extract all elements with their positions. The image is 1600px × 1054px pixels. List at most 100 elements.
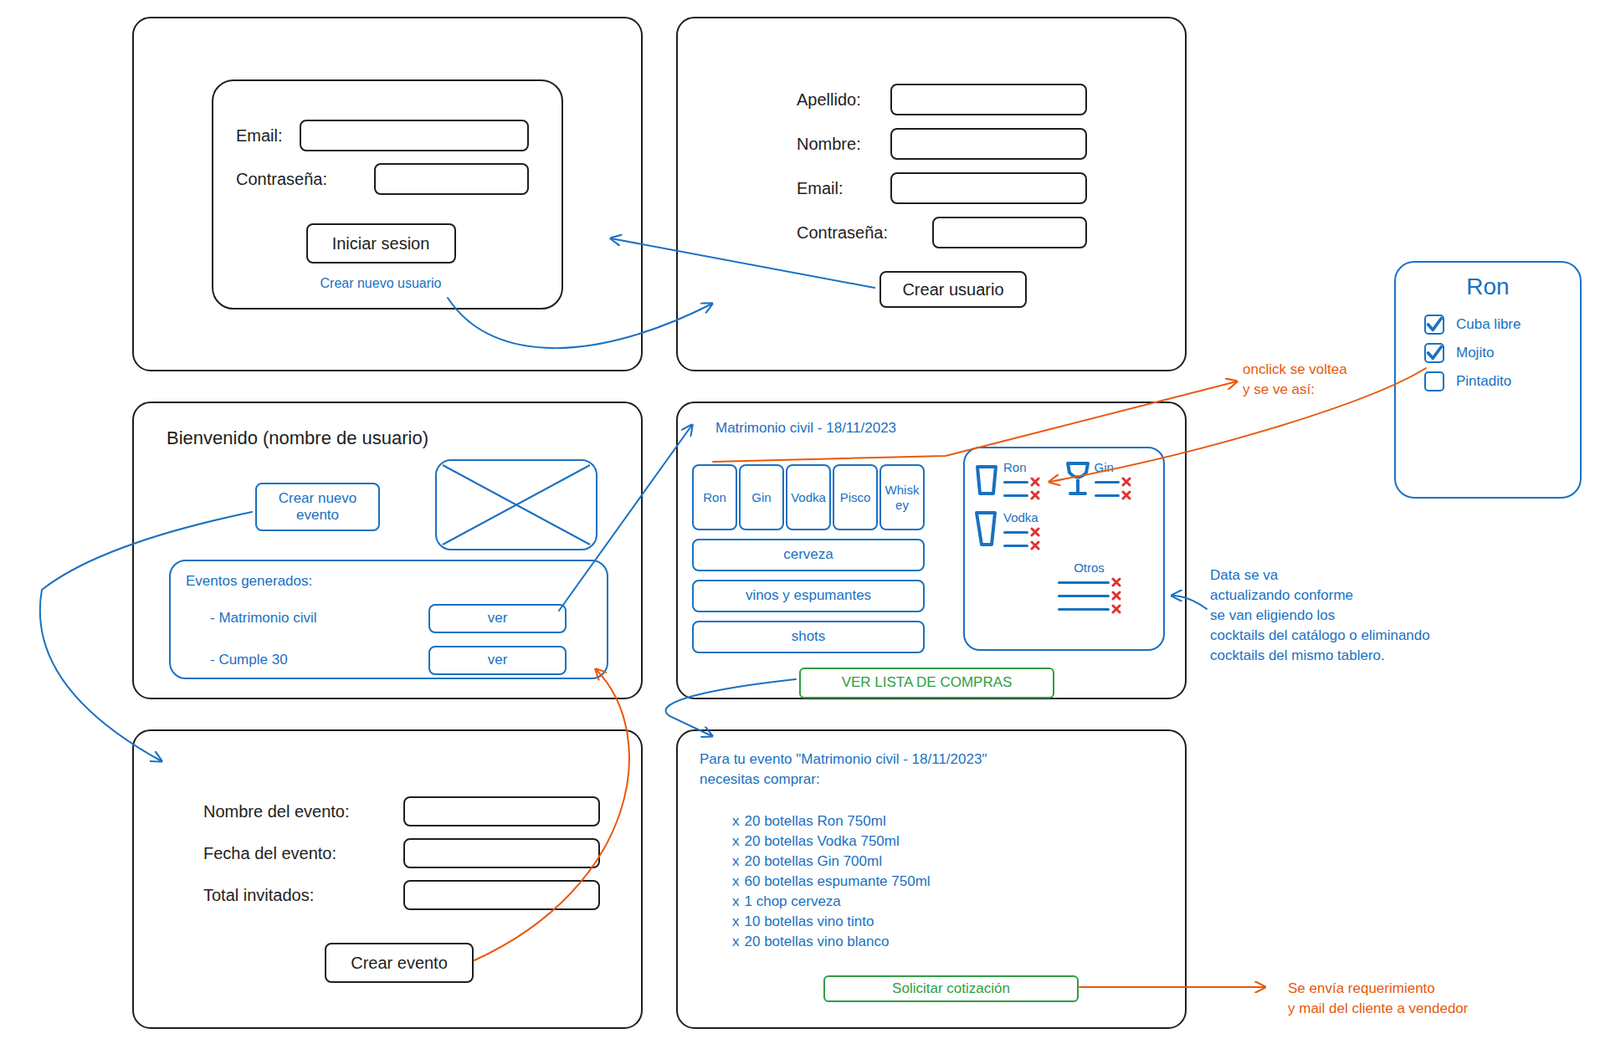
checkbox[interactable] (1424, 314, 1445, 335)
event-board-screen: Matrimonio civil - 18/11/2023RonGinVodka… (676, 401, 1187, 700)
view-event-button[interactable]: ver (428, 604, 567, 634)
note-line: cocktails del catálogo o eliminando (1210, 625, 1431, 647)
cocktail-bar (1057, 581, 1110, 585)
board-group: Vodka (973, 510, 1065, 551)
dashboard-top: Crear nuevo evento (166, 458, 642, 552)
field-label: Total invitados: (203, 882, 314, 908)
remove-icon[interactable] (1121, 490, 1132, 501)
login-button[interactable]: Iniciar sesion (306, 223, 457, 264)
category-button[interactable]: vinos y espumantes (692, 579, 925, 613)
flow-arrow (666, 679, 796, 737)
login-screen: Email:Contraseña:Iniciar sesionCrear nue… (132, 16, 643, 372)
option-label: Pintadito (1456, 370, 1512, 393)
remove-icon[interactable] (1030, 540, 1041, 551)
item-text: 10 botellas vino tinto (744, 913, 875, 930)
note-line: onclick se voltea (1242, 359, 1348, 380)
category-button[interactable]: cerveza (692, 538, 925, 572)
register-field-row: Email: (796, 172, 1088, 205)
remove-icon[interactable] (1030, 527, 1041, 538)
intro-line: necesitas comprar: (699, 769, 1169, 790)
remove-icon[interactable] (1111, 577, 1122, 588)
remove-icon[interactable] (1111, 590, 1122, 601)
remove-icon[interactable] (1111, 604, 1122, 615)
email-input[interactable] (299, 119, 529, 152)
flow-arrow (40, 512, 252, 762)
spirit-tile[interactable]: Pisco (832, 464, 878, 531)
flow-arrow (1049, 368, 1426, 483)
board-entries (1094, 476, 1132, 501)
board-group: Ron (973, 460, 1065, 501)
flip-note: onclick se volteay se ve así: (1242, 359, 1348, 400)
spirit-tile[interactable]: Ron (692, 464, 738, 531)
event-name: - Matrimonio civil (210, 608, 429, 629)
check-icon (1425, 315, 1443, 334)
checkbox[interactable] (1424, 343, 1445, 364)
shopping-item: x20 botellas Gin 700ml (732, 851, 1169, 872)
checkbox[interactable] (1424, 371, 1445, 392)
cocktail-option[interactable]: Cuba libre (1424, 312, 1580, 337)
board-group: Gin (1064, 460, 1156, 501)
category-button[interactable]: shots (692, 620, 925, 654)
board-entries (1003, 527, 1041, 551)
dashboard-screen: Bienvenido (nombre de usuario)Crear nuev… (132, 401, 643, 700)
note-line: y mail del cliente a vendedor (1287, 999, 1468, 1020)
cocktail-bar (1003, 481, 1029, 484)
field-label: Email: (796, 175, 844, 201)
screens-grid: Email: Contraseña: Iniciar sesion Crear nue… (0, 0, 1600, 1030)
board-group-body: Vodka (1003, 510, 1041, 551)
board-entry (1094, 490, 1132, 501)
shopping-item: x10 botellas vino tinto (732, 912, 1169, 933)
item-text: 20 botellas Ron 750ml (744, 813, 887, 830)
bullet: x (732, 833, 740, 850)
cocktail-option[interactable]: Pintadito (1424, 369, 1580, 394)
login-form: Email:Contraseña:Iniciar sesionCrear nue… (211, 79, 564, 310)
bullet: x (732, 853, 740, 870)
request-quote-button[interactable]: Solicitar cotización (823, 975, 1079, 1003)
flow-arrow (558, 425, 693, 611)
view-event-button[interactable]: ver (428, 646, 567, 676)
field-input[interactable] (403, 796, 600, 827)
password-input[interactable] (374, 163, 529, 195)
new-event-screen: Nombre del evento:Fecha del evento:Total… (132, 729, 643, 1030)
spirit-tile[interactable]: Gin (738, 464, 785, 531)
cocktail-option[interactable]: Mojito (1424, 341, 1580, 365)
shopping-list-button[interactable]: VER LISTA DE COMPRAS (799, 667, 1055, 699)
flow-arrow (712, 381, 1237, 462)
new-event-button[interactable]: Crear nuevo evento (255, 482, 380, 532)
note-line: actualizando conforme (1210, 585, 1431, 606)
field-input[interactable] (890, 128, 1088, 160)
field-input[interactable] (890, 83, 1088, 116)
field-label: Contraseña: (796, 220, 888, 246)
cocktail-bar (1094, 481, 1120, 484)
wireframe-canvas: Email: Contraseña: Iniciar sesion Crear nue… (0, 0, 1600, 1054)
board-group-label: Otros (1057, 560, 1122, 576)
field-input[interactable] (403, 880, 600, 911)
spirit-tile[interactable]: Whiskey (879, 464, 925, 531)
create-user-button[interactable]: Crear usuario (879, 271, 1027, 308)
item-text: 20 botellas vino blanco (744, 933, 890, 950)
image-placeholder-icon (434, 458, 599, 552)
spirit-tile[interactable]: Vodka (785, 464, 831, 531)
field-input[interactable] (403, 838, 600, 869)
remove-icon[interactable] (1030, 490, 1041, 501)
note-line: Se envía requerimiento (1287, 979, 1468, 1000)
shopping-item: x20 botellas vino blanco (732, 932, 1169, 953)
register-link[interactable]: Crear nuevo usuario (320, 273, 442, 294)
remove-icon[interactable] (1030, 476, 1041, 488)
create-event-button[interactable]: Crear evento (324, 943, 474, 984)
shopping-item: x1 chop cerveza (732, 892, 1169, 913)
field-input[interactable] (890, 172, 1088, 205)
board-group-label: Gin (1094, 460, 1132, 476)
board-entry (1057, 590, 1122, 601)
flow-arrow (1171, 595, 1207, 610)
field-input[interactable] (932, 216, 1088, 249)
event-name: - Cumple 30 (210, 650, 429, 671)
cocktail-bar (1057, 608, 1110, 611)
field-label: Fecha del evento: (203, 841, 337, 867)
board-group-label: Vodka (1003, 510, 1041, 526)
board-group-body: Gin (1094, 460, 1132, 501)
shopping-item: x20 botellas Vodka 750ml (732, 831, 1169, 852)
remove-icon[interactable] (1121, 476, 1132, 488)
shopping-item: x20 botellas Ron 750ml (732, 811, 1169, 832)
board-entry (1094, 476, 1132, 488)
